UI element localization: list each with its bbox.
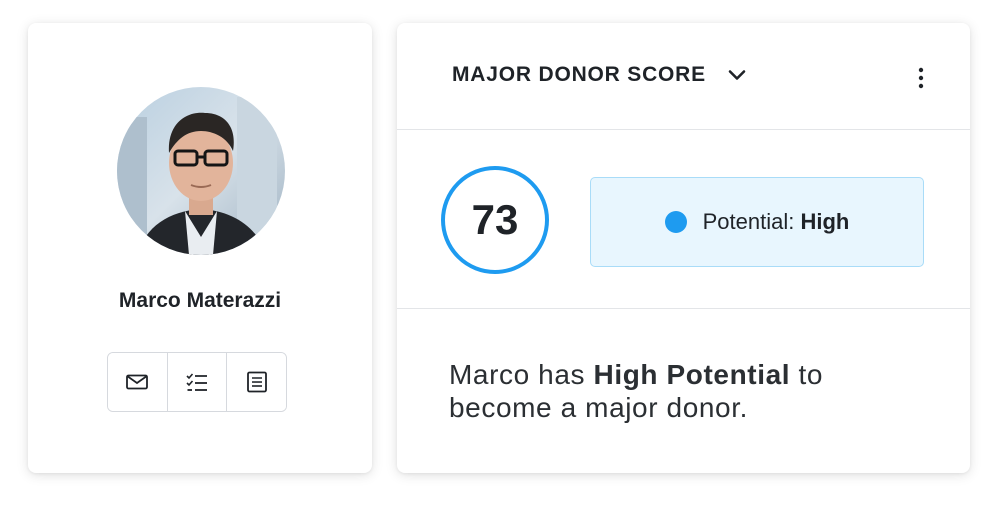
- profile-card: Marco Materazzi: [28, 23, 372, 473]
- mail-icon: [126, 374, 149, 390]
- score-type-dropdown[interactable]: MAJOR DONOR SCORE: [452, 63, 748, 87]
- summary-prefix: Marco has: [449, 359, 586, 390]
- potential-badge: Potential: High: [590, 177, 924, 267]
- status-dot-icon: [664, 211, 687, 233]
- donor-score-card: MAJOR DONOR SCORE 73 Potential: High Mar…: [397, 23, 970, 473]
- card-title: MAJOR DONOR SCORE: [452, 63, 706, 86]
- potential-text: Potential: High: [703, 209, 850, 235]
- email-button[interactable]: [108, 353, 167, 411]
- score-ring: 73: [441, 166, 549, 274]
- checklist-icon: [186, 373, 207, 391]
- more-vertical-icon[interactable]: [908, 65, 934, 91]
- notes-button[interactable]: [226, 353, 286, 411]
- avatar-image: [117, 87, 285, 255]
- avatar: [117, 87, 285, 255]
- tasks-button[interactable]: [166, 353, 227, 411]
- profile-name: Marco Materazzi: [118, 289, 282, 312]
- score-section: 73 Potential: High: [397, 130, 970, 309]
- chevron-down-icon: [728, 70, 746, 80]
- potential-value: High: [800, 209, 850, 234]
- profile-actions: [107, 352, 287, 412]
- notes-icon: [246, 371, 267, 393]
- score-value: 73: [471, 196, 519, 243]
- potential-label: Potential:: [702, 209, 795, 234]
- summary-emphasis: High Potential: [593, 359, 791, 390]
- card-header: MAJOR DONOR SCORE: [397, 23, 970, 130]
- score-summary: Marco has High Potential to become a maj…: [449, 358, 919, 424]
- page: Marco Materazzi MAJOR DONOR SCORE 73 Pot…: [0, 0, 1000, 509]
